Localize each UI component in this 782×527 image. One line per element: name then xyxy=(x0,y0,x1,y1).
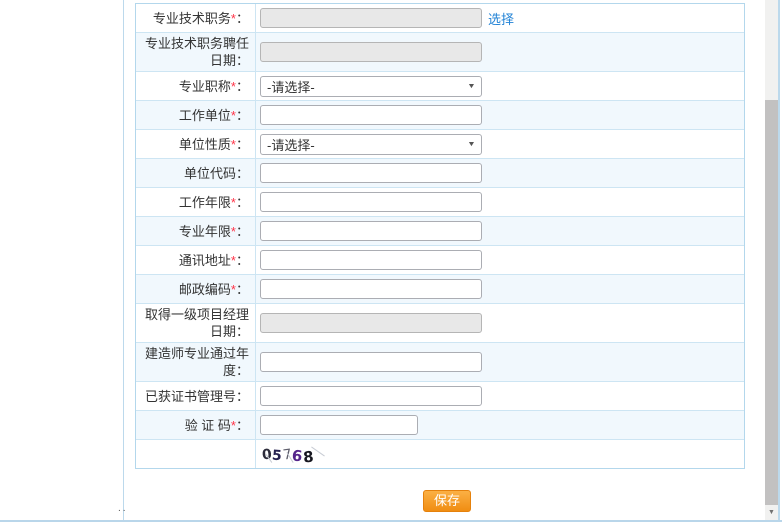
form-row-tech-post-appointment-date: 专业技术职务聘任日期： xyxy=(136,33,744,72)
form-row-professional-years: 专业年限*： xyxy=(136,217,744,246)
chevron-down-icon: ▼ xyxy=(467,140,476,148)
field-label: 建造师专业通过年度： xyxy=(144,346,249,378)
form-row-captcha-image: 05768 xyxy=(136,440,744,468)
captcha-digit: 8 xyxy=(302,447,315,467)
registration-form-table: 专业技术职务*： 选择专业技术职务聘任日期： 专业职称*： -请选择- ▼ 工作单位*： 单… xyxy=(135,3,745,469)
field-value-cell xyxy=(256,411,744,439)
field-value-cell: -请选择- ▼ xyxy=(256,130,744,158)
field-value-cell: 05768 xyxy=(256,440,744,468)
field-label-cell: 邮政编码*： xyxy=(136,275,256,303)
field-label-cell: 验 证 码*： xyxy=(136,411,256,439)
field-value-cell xyxy=(256,304,744,342)
field-label-cell xyxy=(136,440,256,468)
tech-post-appointment-date-input xyxy=(260,42,482,62)
field-label: 单位性质*： xyxy=(178,136,249,152)
chevron-down-icon: ▼ xyxy=(467,82,476,90)
form-row-mailing-address: 通讯地址*： xyxy=(136,246,744,275)
field-value-cell xyxy=(256,382,744,410)
field-label-cell: 通讯地址*： xyxy=(136,246,256,274)
form-row-unit-code: 单位代码： xyxy=(136,159,744,188)
chevron-down-icon: ▼ xyxy=(768,509,775,516)
form-row-work-years: 工作年限*： xyxy=(136,188,744,217)
form-row-work-unit: 工作单位*： xyxy=(136,101,744,130)
field-value-cell xyxy=(256,159,744,187)
field-label-cell: 专业职称*： xyxy=(136,72,256,100)
pm-certificate-date-input xyxy=(260,313,482,333)
form-row-professional-tech-post: 专业技术职务*： 选择 xyxy=(136,4,744,33)
form-row-captcha-code: 验 证 码*： xyxy=(136,411,744,440)
field-label-cell: 工作单位*： xyxy=(136,101,256,129)
selected-option-label: -请选择- xyxy=(267,137,315,153)
form-row-unit-type: 单位性质*： -请选择- ▼ xyxy=(136,130,744,159)
field-value-cell xyxy=(256,217,744,245)
field-label-cell: 已获证书管理号： xyxy=(136,382,256,410)
field-label: 专业技术职务*： xyxy=(152,10,249,26)
field-label: 验 证 码*： xyxy=(184,417,249,433)
form-row-constructor-pass-year: 建造师专业通过年度： xyxy=(136,343,744,382)
field-value-cell: -请选择- ▼ xyxy=(256,72,744,100)
form-row-professional-title: 专业职称*： -请选择- ▼ xyxy=(136,72,744,101)
field-label-cell: 建造师专业通过年度： xyxy=(136,343,256,381)
field-label-cell: 取得一级项目经理日期： xyxy=(136,304,256,342)
field-label: 已获证书管理号： xyxy=(144,388,249,404)
field-label: 专业技术职务聘任日期： xyxy=(144,36,249,68)
field-label: 单位代码： xyxy=(183,165,249,181)
field-label-cell: 工作年限*： xyxy=(136,188,256,216)
field-label-cell: 专业年限*： xyxy=(136,217,256,245)
field-label-cell: 单位代码： xyxy=(136,159,256,187)
work-years-input[interactable] xyxy=(260,192,482,212)
form-row-certificate-number: 已获证书管理号： xyxy=(136,382,744,411)
unit-code-input[interactable] xyxy=(260,163,482,183)
professional-title-select[interactable]: -请选择- ▼ xyxy=(260,75,482,97)
content-right-border xyxy=(778,0,780,520)
mailing-address-input[interactable] xyxy=(260,250,482,270)
professional-tech-post-input xyxy=(260,8,482,28)
captcha-image: 05768 xyxy=(261,443,325,467)
content-left-border xyxy=(123,0,124,520)
field-label-cell: 单位性质*： xyxy=(136,130,256,158)
vertical-scrollbar-thumb[interactable] xyxy=(765,100,778,505)
field-label: 通讯地址*： xyxy=(178,252,249,268)
stray-dots: .. xyxy=(118,503,128,514)
save-button[interactable]: 保存 xyxy=(423,490,472,512)
field-value-cell xyxy=(256,33,744,71)
form-row-postal-code: 邮政编码*： xyxy=(136,275,744,304)
field-value-cell xyxy=(256,343,744,381)
professional-years-input[interactable] xyxy=(260,221,482,241)
constructor-pass-year-input[interactable] xyxy=(260,352,482,372)
field-label: 工作年限*： xyxy=(178,194,249,210)
field-label: 工作单位*： xyxy=(178,107,249,123)
certificate-number-input[interactable] xyxy=(260,386,482,406)
field-value-cell xyxy=(256,101,744,129)
selected-option-label: -请选择- xyxy=(267,79,315,95)
field-label-cell: 专业技术职务聘任日期： xyxy=(136,33,256,71)
scrollbar-down-button[interactable]: ▼ xyxy=(765,505,778,520)
field-value-cell xyxy=(256,246,744,274)
field-value-cell: 选择 xyxy=(256,4,744,32)
field-label: 取得一级项目经理日期： xyxy=(144,307,249,339)
field-label: 专业职称*： xyxy=(178,78,249,94)
page-bottom-border xyxy=(0,520,782,522)
form-row-pm-certificate-date: 取得一级项目经理日期： xyxy=(136,304,744,343)
field-value-cell xyxy=(256,188,744,216)
field-label-cell: 专业技术职务*： xyxy=(136,4,256,32)
field-label: 邮政编码*： xyxy=(178,281,249,297)
postal-code-input[interactable] xyxy=(260,279,482,299)
field-label: 专业年限*： xyxy=(178,223,249,239)
work-unit-input[interactable] xyxy=(260,105,482,125)
unit-type-select[interactable]: -请选择- ▼ xyxy=(260,133,482,155)
captcha-code-input[interactable] xyxy=(260,415,418,435)
professional-tech-post-pick-link[interactable]: 选择 xyxy=(488,9,514,28)
field-value-cell xyxy=(256,275,744,303)
